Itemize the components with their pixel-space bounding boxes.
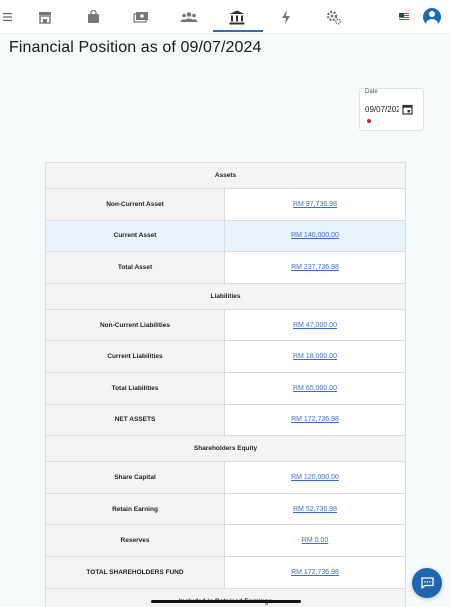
row-value: RM 97,736.98: [224, 188, 406, 221]
row-value: RM 47,000.00: [224, 308, 406, 342]
row-label: Current Asset: [45, 219, 225, 253]
payments-icon[interactable]: [132, 8, 150, 26]
avatar[interactable]: [423, 8, 441, 26]
row-value: RM 140,000.00: [224, 219, 406, 253]
row-label: Reserves: [45, 524, 225, 557]
section-header-liabilities: Liabilities: [45, 282, 406, 310]
table-row: Current Liabilities RM 18,000.00: [45, 340, 406, 373]
chat-button[interactable]: [412, 568, 442, 598]
row-label: Non-Current Asset: [45, 188, 225, 221]
table-row: Share Capital RM 120,000.00: [45, 461, 406, 494]
amount-link[interactable]: RM 65,000.00: [293, 385, 337, 392]
row-value: RM 0.00: [224, 524, 406, 557]
bolt-icon[interactable]: [277, 8, 295, 26]
shopping-bag-icon[interactable]: [84, 8, 102, 26]
active-tab-indicator: [213, 30, 263, 32]
table-row: Current Asset RM 140,000.00: [45, 219, 406, 253]
table-row: Total Liabilities RM 65,000.00: [45, 371, 406, 405]
amount-link[interactable]: RM 237,736.98: [291, 264, 339, 271]
row-label: Share Capital: [45, 461, 225, 494]
table-row: NET ASSETS RM 172,736.98: [45, 403, 406, 437]
menu-icon[interactable]: [0, 8, 18, 26]
row-label: Total Asset: [45, 251, 225, 284]
amount-link[interactable]: RM 0.00: [302, 537, 328, 544]
calendar-icon[interactable]: [402, 102, 413, 120]
date-field[interactable]: Date 09/07/2024: [359, 88, 424, 131]
row-value: RM 172,736.98: [224, 555, 406, 589]
row-label: Retain Earning: [45, 492, 225, 526]
section-header-assets: Assets: [45, 162, 406, 189]
amount-link[interactable]: RM 172,736.98: [291, 416, 339, 423]
row-label: NET ASSETS: [45, 403, 225, 437]
amount-link[interactable]: RM 18,000.00: [293, 353, 337, 360]
amount-link[interactable]: RM 47,000.00: [293, 322, 337, 329]
row-value: RM 120,000.00: [224, 461, 406, 494]
date-input[interactable]: 09/07/2024: [365, 105, 399, 114]
row-value: RM 52,736.98: [224, 492, 406, 526]
table-row: Non-Current Liabilities RM 47,000.00: [45, 308, 406, 342]
row-value: RM 237,736.98: [224, 251, 406, 284]
people-icon[interactable]: [180, 8, 198, 26]
settings-icon[interactable]: [325, 8, 343, 26]
page-title: Financial Position as of 09/07/2024: [9, 39, 262, 56]
table-row: Retain Earning RM 52,736.98: [45, 492, 406, 526]
row-label: TOTAL SHAREHOLDERS FUND: [45, 555, 225, 589]
chat-icon: [420, 577, 434, 589]
row-value: RM 172,736.98: [224, 403, 406, 437]
table-row: Total Asset RM 237,736.98: [45, 251, 406, 284]
amount-link[interactable]: RM 120,000.00: [291, 474, 339, 481]
table-row: Non-Current Asset RM 97,736.98: [45, 188, 406, 221]
bank-icon[interactable]: [228, 8, 246, 26]
table-row: TOTAL SHAREHOLDERS FUND RM 172,736.98: [45, 555, 406, 589]
date-label: Date: [365, 89, 378, 95]
row-value: RM 18,000.00: [224, 340, 406, 373]
home-indicator: [151, 600, 301, 603]
us-flag-icon[interactable]: [399, 13, 409, 20]
amount-link[interactable]: RM 140,000.00: [291, 232, 339, 239]
amount-link[interactable]: RM 52,736.98: [293, 506, 337, 513]
row-label: Non-Current Liabilities: [45, 308, 225, 342]
table-row: Reserves RM 0.00: [45, 524, 406, 557]
section-header-retained-earnings: Included in Retained Earnings: [45, 587, 406, 607]
row-value: RM 65,000.00: [224, 371, 406, 405]
error-indicator: [367, 119, 371, 123]
section-header-shareholders-equity: Shareholders Equity: [45, 435, 406, 463]
amount-link[interactable]: RM 172,736.98: [291, 569, 339, 576]
amount-link[interactable]: RM 97,736.98: [293, 201, 337, 208]
row-label: Current Liabilities: [45, 340, 225, 373]
financial-position-table: Assets Non-Current Asset RM 97,736.98 Cu…: [45, 162, 406, 607]
row-label: Total Liabilities: [45, 371, 225, 405]
top-nav-bar: [0, 0, 451, 34]
store-icon[interactable]: [36, 8, 54, 26]
